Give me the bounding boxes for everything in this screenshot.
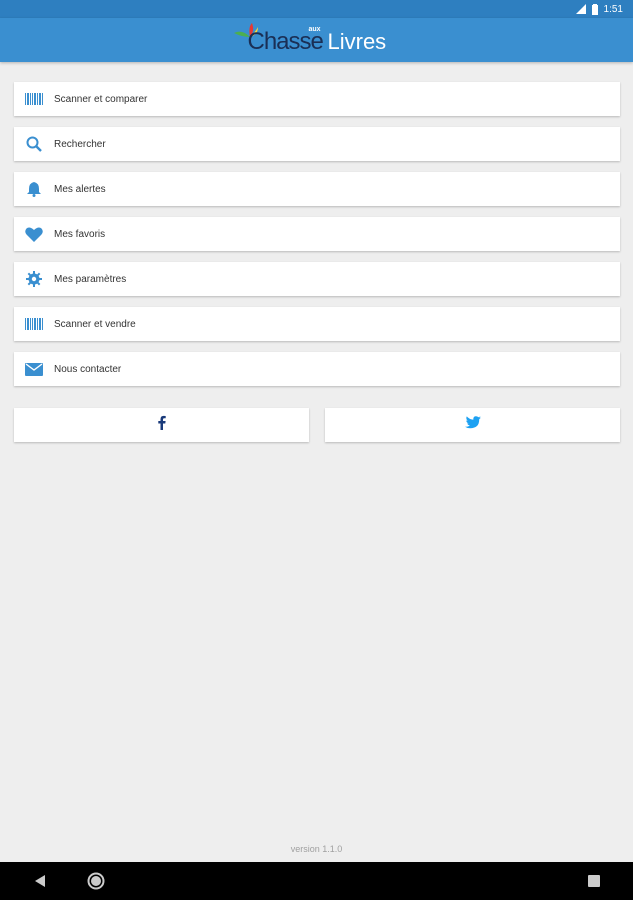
facebook-button[interactable] bbox=[14, 408, 309, 442]
envelope-icon bbox=[14, 352, 54, 386]
menu-item-rechercher[interactable]: Rechercher bbox=[14, 127, 620, 161]
menu-item-label: Mes paramètres bbox=[54, 273, 127, 285]
heart-icon bbox=[14, 217, 54, 251]
version-label: version 1.1.0 bbox=[290, 844, 343, 854]
app-bar: Chasse aux Livres bbox=[0, 18, 633, 62]
app-logo: Chasse aux Livres bbox=[232, 18, 402, 62]
menu-item-mes-favoris[interactable]: Mes favoris bbox=[14, 217, 620, 251]
search-icon bbox=[14, 127, 54, 161]
barcode-icon bbox=[14, 82, 54, 116]
gear-icon bbox=[14, 262, 54, 296]
status-time: 1:51 bbox=[603, 3, 623, 15]
twitter-icon bbox=[464, 416, 481, 434]
menu-item-label: Scanner et vendre bbox=[54, 318, 136, 330]
bell-icon bbox=[14, 172, 54, 206]
menu-item-label: Mes alertes bbox=[54, 183, 106, 195]
signal-icon bbox=[575, 4, 586, 14]
menu-item-scanner-vendre[interactable]: Scanner et vendre bbox=[14, 307, 620, 341]
logo-livres-text: Livres bbox=[327, 29, 387, 54]
menu-item-mes-parametres[interactable]: Mes paramètres bbox=[14, 262, 620, 296]
back-icon[interactable] bbox=[20, 862, 60, 900]
facebook-icon bbox=[157, 415, 166, 435]
status-bar: 1:51 bbox=[0, 0, 633, 18]
menu-item-label: Rechercher bbox=[54, 138, 106, 150]
logo-aux-text: aux bbox=[308, 26, 321, 33]
home-icon[interactable] bbox=[76, 862, 116, 900]
barcode-icon bbox=[14, 307, 54, 341]
battery-icon bbox=[591, 3, 598, 15]
menu-item-nous-contacter[interactable]: Nous contacter bbox=[14, 352, 620, 386]
menu-item-mes-alertes[interactable]: Mes alertes bbox=[14, 172, 620, 206]
menu-item-scanner-comparer[interactable]: Scanner et comparer bbox=[14, 82, 620, 116]
recent-apps-icon[interactable] bbox=[574, 862, 614, 900]
system-nav-bar bbox=[0, 862, 633, 900]
twitter-button[interactable] bbox=[325, 408, 620, 442]
menu-item-label: Scanner et comparer bbox=[54, 93, 148, 105]
social-buttons bbox=[14, 408, 620, 442]
menu-item-label: Mes favoris bbox=[54, 228, 106, 240]
menu-item-label: Nous contacter bbox=[54, 363, 122, 375]
main-menu: Scanner et comparer Rechercher Mes alert… bbox=[14, 82, 620, 397]
